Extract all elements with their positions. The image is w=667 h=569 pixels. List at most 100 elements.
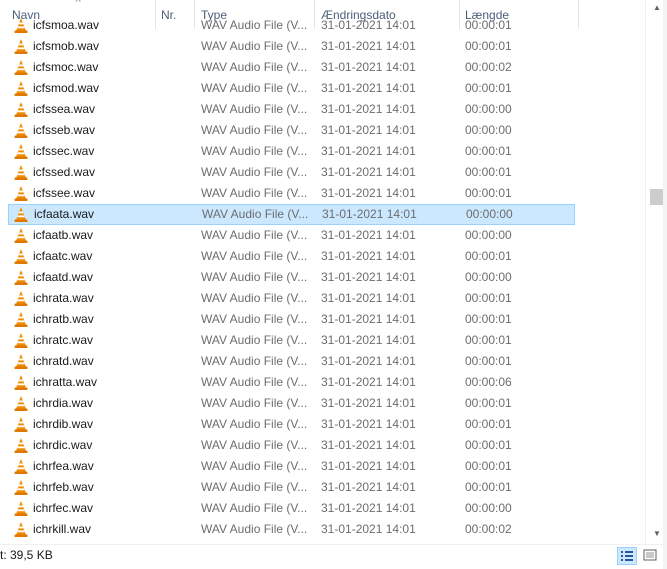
file-row[interactable]: ichrdib.wav WAV Audio File (V... 31-01-202… [8, 414, 575, 435]
file-row[interactable]: icfaatc.wav WAV Audio File (V... 31-01-202… [8, 246, 575, 267]
file-type: WAV Audio File (V... [201, 333, 308, 347]
file-row[interactable]: icfssee.wav WAV Audio File (V... 31-01-202… [8, 183, 575, 204]
file-length: 00:00:01 [465, 144, 512, 158]
file-name: icfssea.wav [33, 102, 96, 116]
file-row[interactable]: ichrfea.wav WAV Audio File (V... 31-01-202… [8, 456, 575, 477]
file-row[interactable]: icfsmod.wav WAV Audio File (V... 31-01-202… [8, 78, 575, 99]
vlc-cone-icon [14, 123, 28, 138]
vlc-cone-icon [14, 249, 28, 264]
file-row[interactable]: ichrdic.wav WAV Audio File (V... 31-01-202… [8, 435, 575, 456]
file-length: 00:00:01 [465, 396, 512, 410]
details-view-button[interactable] [617, 547, 637, 565]
large-icons-view-button[interactable] [641, 547, 661, 565]
vlc-cone-icon [14, 186, 28, 201]
vlc-cone-icon [14, 522, 28, 537]
file-name: ichrata.wav [33, 291, 94, 305]
file-type: WAV Audio File (V... [201, 102, 308, 116]
file-row[interactable]: icfssea.wav WAV Audio File (V... 31-01-202… [8, 99, 575, 120]
file-row[interactable]: icfssec.wav WAV Audio File (V... 31-01-202… [8, 141, 575, 162]
file-type: WAV Audio File (V... [201, 123, 308, 137]
file-name: icfaatb.wav [33, 228, 94, 242]
file-type: WAV Audio File (V... [201, 249, 308, 263]
file-row[interactable]: icfaatd.wav WAV Audio File (V... 31-01-202… [8, 267, 575, 288]
file-name: ichrdia.wav [33, 396, 94, 410]
file-name: icfaata.wav [34, 207, 95, 221]
file-row[interactable]: icfsmoc.wav WAV Audio File (V... 31-01-202… [8, 57, 575, 78]
file-row[interactable]: ichrfec.wav WAV Audio File (V... 31-01-202… [8, 498, 575, 519]
scrollbar-thumb[interactable] [650, 189, 664, 205]
scroll-down-arrow-icon[interactable]: ▼ [653, 530, 661, 538]
file-name: ichratd.wav [33, 354, 94, 368]
file-modified-date: 31-01-2021 14:01 [321, 333, 416, 347]
file-type: WAV Audio File (V... [201, 522, 308, 536]
file-name: icfssed.wav [33, 165, 96, 179]
file-row[interactable]: icfssed.wav WAV Audio File (V... 31-01-202… [8, 162, 575, 183]
file-type: WAV Audio File (V... [202, 207, 309, 221]
file-length: 00:00:01 [465, 81, 512, 95]
file-row[interactable]: ichratta.wav WAV Audio File (V... 31-01-20… [8, 372, 575, 393]
file-row[interactable]: ichrdia.wav WAV Audio File (V... 31-01-202… [8, 393, 575, 414]
file-row[interactable]: ichrkill.wav WAV Audio File (V... 31-01-20… [8, 519, 575, 540]
vlc-cone-icon [14, 270, 28, 285]
file-length: 00:00:06 [465, 375, 512, 389]
file-name: ichrdib.wav [33, 417, 94, 431]
file-modified-date: 31-01-2021 14:01 [321, 123, 416, 137]
file-modified-date: 31-01-2021 14:01 [321, 417, 416, 431]
vlc-cone-icon [14, 312, 28, 327]
file-list: icfsmoa.wav WAV Audio File (V... 31-01-202… [0, 9, 645, 544]
vlc-cone-icon [14, 417, 28, 432]
vlc-cone-icon [14, 60, 28, 75]
vlc-cone-icon [14, 228, 28, 243]
file-modified-date: 31-01-2021 14:01 [321, 144, 416, 158]
file-row[interactable]: icfaata.wav WAV Audio File (V... 31-01-202… [8, 204, 575, 225]
file-length: 00:00:01 [465, 249, 512, 263]
file-name: icfaatd.wav [33, 270, 94, 284]
file-length: 00:00:02 [465, 60, 512, 74]
vlc-cone-icon [14, 333, 28, 348]
file-name: ichrkill.wav [33, 522, 92, 536]
file-type: WAV Audio File (V... [201, 417, 308, 431]
file-modified-date: 31-01-2021 14:01 [321, 270, 416, 284]
file-type: WAV Audio File (V... [201, 144, 308, 158]
file-length: 00:00:01 [465, 480, 512, 494]
file-row[interactable]: ichrfeb.wav WAV Audio File (V... 31-01-202… [8, 477, 575, 498]
file-explorer-details-view: ^ Navn Nr. Type Ændringsdato Længde icfs… [0, 0, 667, 569]
file-name: icfsmoa.wav [33, 18, 100, 32]
file-row[interactable]: ichratd.wav WAV Audio File (V... 31-01-202… [8, 351, 575, 372]
file-modified-date: 31-01-2021 14:01 [321, 186, 416, 200]
file-modified-date: 31-01-2021 14:01 [321, 396, 416, 410]
file-row[interactable]: icfaatb.wav WAV Audio File (V... 31-01-202… [8, 225, 575, 246]
file-row[interactable]: ichratb.wav WAV Audio File (V... 31-01-202… [8, 309, 575, 330]
file-name: icfsmoc.wav [33, 60, 99, 74]
vlc-cone-icon [14, 438, 28, 453]
file-row[interactable]: icfsmob.wav WAV Audio File (V... 31-01-202… [8, 36, 575, 57]
file-row[interactable]: icfsmoa.wav WAV Audio File (V... 31-01-202… [8, 15, 575, 36]
file-modified-date: 31-01-2021 14:01 [321, 522, 416, 536]
file-row[interactable]: ichratc.wav WAV Audio File (V... 31-01-202… [8, 330, 575, 351]
file-name: icfsseb.wav [33, 123, 96, 137]
file-modified-date: 31-01-2021 14:01 [321, 501, 416, 515]
file-type: WAV Audio File (V... [201, 480, 308, 494]
file-modified-date: 31-01-2021 14:01 [321, 459, 416, 473]
file-modified-date: 31-01-2021 14:01 [321, 249, 416, 263]
file-type: WAV Audio File (V... [201, 312, 308, 326]
vlc-cone-icon [14, 18, 28, 33]
scroll-up-arrow-icon[interactable]: ▲ [653, 4, 661, 12]
file-name: ichratb.wav [33, 312, 94, 326]
vlc-cone-icon [14, 459, 28, 474]
vlc-cone-icon [14, 501, 28, 516]
file-row[interactable]: icfsseb.wav WAV Audio File (V... 31-01-202… [8, 120, 575, 141]
file-type: WAV Audio File (V... [201, 375, 308, 389]
file-length: 00:00:01 [465, 39, 512, 53]
status-selection-size: t: 39,5 KB [0, 548, 53, 562]
file-type: WAV Audio File (V... [201, 396, 308, 410]
file-row[interactable]: ichrata.wav WAV Audio File (V... 31-01-202… [8, 288, 575, 309]
file-modified-date: 31-01-2021 14:01 [321, 438, 416, 452]
file-modified-date: 31-01-2021 14:01 [322, 207, 417, 221]
vlc-cone-icon [14, 207, 28, 222]
file-length: 00:00:01 [465, 333, 512, 347]
vlc-cone-icon [14, 102, 28, 117]
vlc-cone-icon [14, 354, 28, 369]
file-name: ichratta.wav [33, 375, 98, 389]
file-length: 00:00:00 [465, 270, 512, 284]
